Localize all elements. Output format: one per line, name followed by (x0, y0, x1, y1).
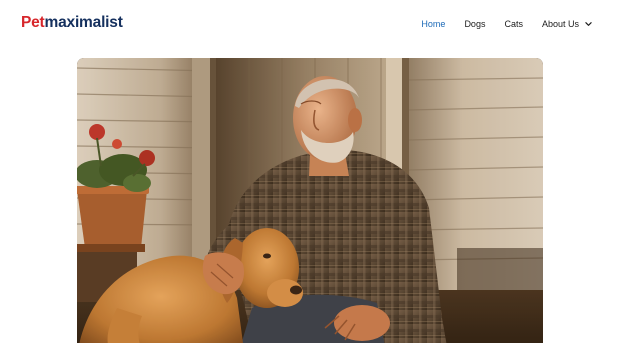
logo-text-maximalist: maximalist (44, 14, 123, 31)
nav-item-cats[interactable]: Cats (504, 19, 523, 29)
nav-item-home[interactable]: Home (421, 19, 445, 29)
page: Petmaximalist Home Dogs Cats About Us (0, 0, 620, 343)
chevron-down-icon[interactable] (585, 21, 592, 27)
nav-item-dogs-label: Dogs (464, 19, 486, 29)
main-nav: Home Dogs Cats About Us (402, 0, 592, 48)
nav-item-cats-label: Cats (504, 19, 523, 29)
site-logo[interactable]: Petmaximalist (21, 13, 123, 33)
logo-text-pet: Pet (21, 14, 45, 31)
nav-item-about-us-label: About Us (541, 19, 579, 29)
hero-illustration-man-with-golden-retriever (77, 58, 543, 343)
nav-item-dogs[interactable]: Dogs (464, 19, 485, 29)
site-header: Petmaximalist Home Dogs Cats About Us (0, 0, 620, 48)
nav-item-home-label: Home (421, 19, 446, 29)
hero-image (77, 58, 543, 343)
nav-item-about-us[interactable]: About Us (542, 19, 592, 29)
